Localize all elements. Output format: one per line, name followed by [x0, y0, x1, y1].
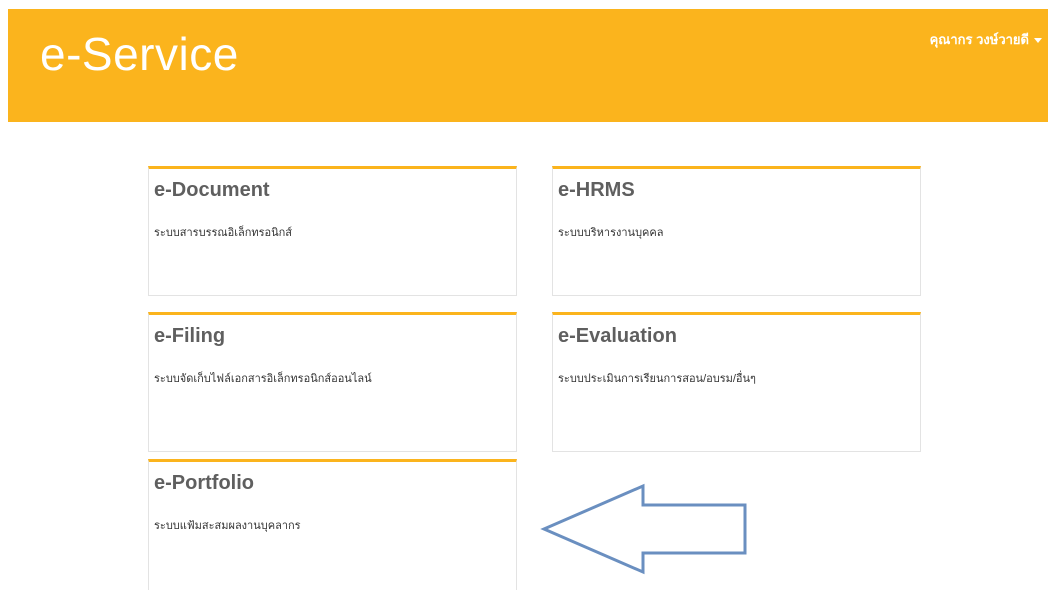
card-description: ระบบบริหารงานบุคคล [558, 227, 664, 239]
card-title[interactable]: e-Evaluation [558, 325, 677, 348]
user-name[interactable]: คุณากร วงษ์วายดี [930, 29, 1029, 50]
header-bar: e-Service คุณากร วงษ์วายดี [8, 9, 1048, 122]
service-card-e-filing[interactable]: e-Filing ระบบจัดเก็บไฟล์เอกสารอิเล็กทรอน… [148, 312, 517, 452]
card-description: ระบบสารบรรณอิเล็กทรอนิกส์ [154, 227, 293, 239]
card-description: ระบบประเมินการเรียนการสอน/อบรม/อื่นๆ [558, 373, 756, 385]
card-description: ระบบแฟ้มสะสมผลงานบุคลากร [154, 520, 301, 532]
page: e-Service คุณากร วงษ์วายดี e-Document ระ… [0, 0, 1048, 590]
service-card-e-portfolio[interactable]: e-Portfolio ระบบแฟ้มสะสมผลงานบุคลากร [148, 459, 517, 590]
brand-title[interactable]: e-Service [40, 27, 239, 81]
service-card-e-document[interactable]: e-Document ระบบสารบรรณอิเล็กทรอนิกส์ [148, 166, 517, 296]
left-arrow-icon [540, 483, 747, 575]
caret-down-icon[interactable] [1034, 38, 1042, 43]
service-card-e-hrms[interactable]: e-HRMS ระบบบริหารงานบุคคล [552, 166, 921, 296]
service-card-e-evaluation[interactable]: e-Evaluation ระบบประเมินการเรียนการสอน/อ… [552, 312, 921, 452]
card-title[interactable]: e-HRMS [558, 179, 635, 202]
card-title[interactable]: e-Filing [154, 325, 225, 348]
card-description: ระบบจัดเก็บไฟล์เอกสารอิเล็กทรอนิกส์ออนไล… [154, 373, 372, 385]
card-title[interactable]: e-Portfolio [154, 472, 254, 495]
card-title[interactable]: e-Document [154, 179, 270, 202]
user-menu[interactable]: คุณากร วงษ์วายดี [930, 29, 1042, 50]
